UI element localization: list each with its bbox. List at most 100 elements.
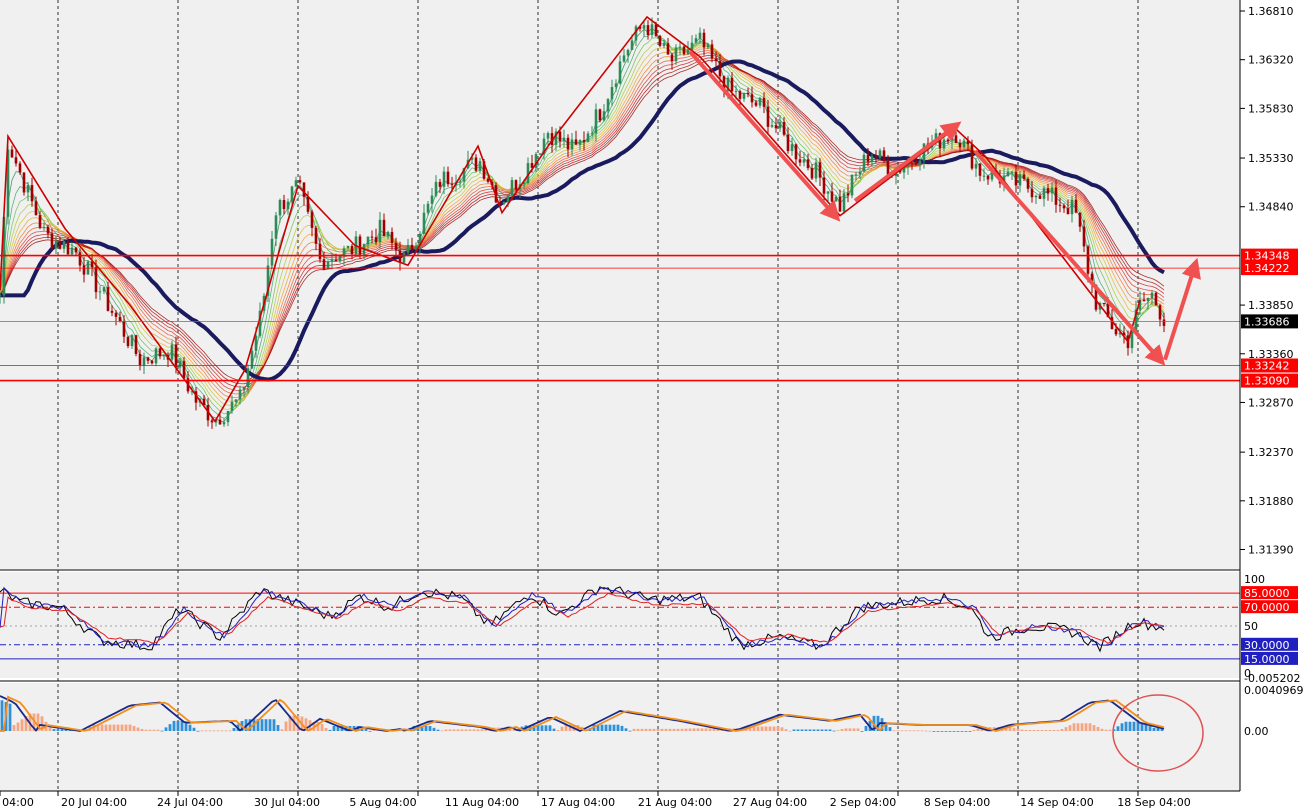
time-label: 17 Aug 04:00: [541, 796, 615, 809]
macd-histogram-bar: [20, 719, 24, 731]
candle-body: [1114, 329, 1118, 335]
candle-body: [14, 157, 18, 164]
osc-tick-label: 100: [1244, 573, 1265, 586]
candle-body: [1070, 199, 1074, 215]
candle-body: [234, 399, 238, 402]
macd-histogram-bar: [1052, 729, 1056, 731]
macd-histogram-bar: [928, 730, 932, 732]
macd-histogram-bar: [156, 729, 160, 731]
macd-histogram-bar: [644, 728, 648, 731]
candle-body: [706, 44, 710, 48]
candle-body: [538, 153, 542, 155]
candle-body: [770, 125, 774, 127]
candle-body: [242, 387, 246, 390]
candle-body: [610, 87, 614, 100]
candle-body: [1014, 171, 1018, 186]
macd-histogram-bar: [1128, 721, 1132, 731]
macd-histogram-bar: [456, 729, 460, 731]
macd-histogram-bar: [976, 728, 980, 731]
candle-body: [762, 98, 766, 107]
candle-body: [94, 267, 98, 293]
candle-body: [130, 335, 134, 347]
candle-body: [18, 163, 22, 173]
candle-body: [854, 174, 858, 176]
macd-histogram-bar: [212, 730, 216, 732]
candle-body: [1086, 246, 1090, 274]
candle-body: [674, 47, 678, 62]
candle-body: [426, 203, 430, 213]
level-label: 1.34222: [1244, 262, 1290, 275]
macd-histogram-bar: [796, 729, 800, 731]
candle-body: [1102, 303, 1106, 305]
trading-chart[interactable]: 1.36810 1.36320 1.35830 1.35330 1.34840 1.338…: [0, 0, 1305, 810]
candle-body: [434, 181, 438, 196]
macd-histogram-bar: [144, 729, 148, 731]
macd-histogram-bar: [832, 730, 836, 732]
macd-histogram-bar: [788, 730, 792, 732]
candle-body: [458, 181, 462, 183]
macd-histogram-bar: [1016, 728, 1020, 731]
macd-histogram-bar: [128, 724, 132, 731]
macd-histogram-bar: [696, 728, 700, 731]
osc-level-label: 15.0000: [1244, 653, 1290, 666]
macd-histogram-bar: [660, 728, 664, 731]
candle-body: [70, 247, 74, 255]
macd-histogram-bar: [768, 726, 772, 731]
candle-body: [918, 160, 922, 165]
candle-body: [154, 348, 158, 364]
level-label: 1.33242: [1244, 359, 1290, 372]
macd-histogram-bar: [640, 728, 644, 731]
macd-histogram-bar: [608, 724, 612, 731]
macd-histogram-bar: [460, 729, 464, 731]
candle-body: [310, 211, 314, 228]
candle-body: [230, 401, 234, 411]
candle-body: [318, 243, 322, 260]
candle-body: [450, 184, 454, 186]
macd-histogram-bar: [452, 729, 456, 731]
candle-body: [694, 38, 698, 43]
macd-histogram-bar: [120, 724, 124, 731]
macd-histogram-bar: [464, 729, 468, 731]
candle-body: [222, 422, 226, 425]
macd-histogram-bar: [932, 731, 936, 732]
candle-body: [278, 199, 282, 216]
candle-body: [738, 91, 742, 99]
macd-histogram-bar: [828, 729, 832, 731]
candle-body: [334, 259, 338, 262]
candle-body: [1066, 208, 1070, 215]
macd-histogram-bar: [284, 721, 288, 731]
macd-histogram-bar: [192, 727, 196, 731]
candle-body: [974, 163, 978, 169]
candle-body: [478, 161, 482, 171]
candle-body: [398, 250, 402, 263]
candle-body: [386, 231, 390, 237]
candle-body: [710, 44, 714, 59]
candle-body: [158, 348, 162, 357]
candle-body: [650, 24, 654, 35]
candle-body: [402, 252, 406, 263]
candle-body: [866, 154, 870, 162]
macd-histogram-bar: [780, 727, 784, 731]
candle-body: [98, 291, 102, 293]
candle-body: [586, 133, 590, 142]
price-tick-label: 1.32370: [1248, 446, 1294, 459]
macd-histogram-bar: [100, 724, 104, 731]
time-label: 2 Sep 04:00: [830, 796, 896, 809]
candle-body: [718, 61, 722, 77]
macd-histogram-bar: [424, 725, 428, 731]
candle-body: [1046, 188, 1050, 194]
candle-body: [846, 193, 850, 196]
macd-histogram-bar: [860, 731, 864, 732]
candle-body: [114, 312, 118, 317]
candle-body: [282, 199, 286, 210]
macd-histogram-bar: [836, 730, 840, 731]
macd-histogram-bar: [548, 725, 552, 731]
osc-tick-label: 50: [1244, 620, 1258, 633]
candle-body: [950, 135, 954, 142]
candle-body: [914, 161, 918, 165]
time-label: 30 Jul 04:00: [254, 796, 320, 809]
candle-body: [606, 99, 610, 112]
macd-histogram-bar: [1104, 729, 1108, 731]
candle-body: [582, 140, 586, 142]
candle-body: [566, 137, 570, 150]
